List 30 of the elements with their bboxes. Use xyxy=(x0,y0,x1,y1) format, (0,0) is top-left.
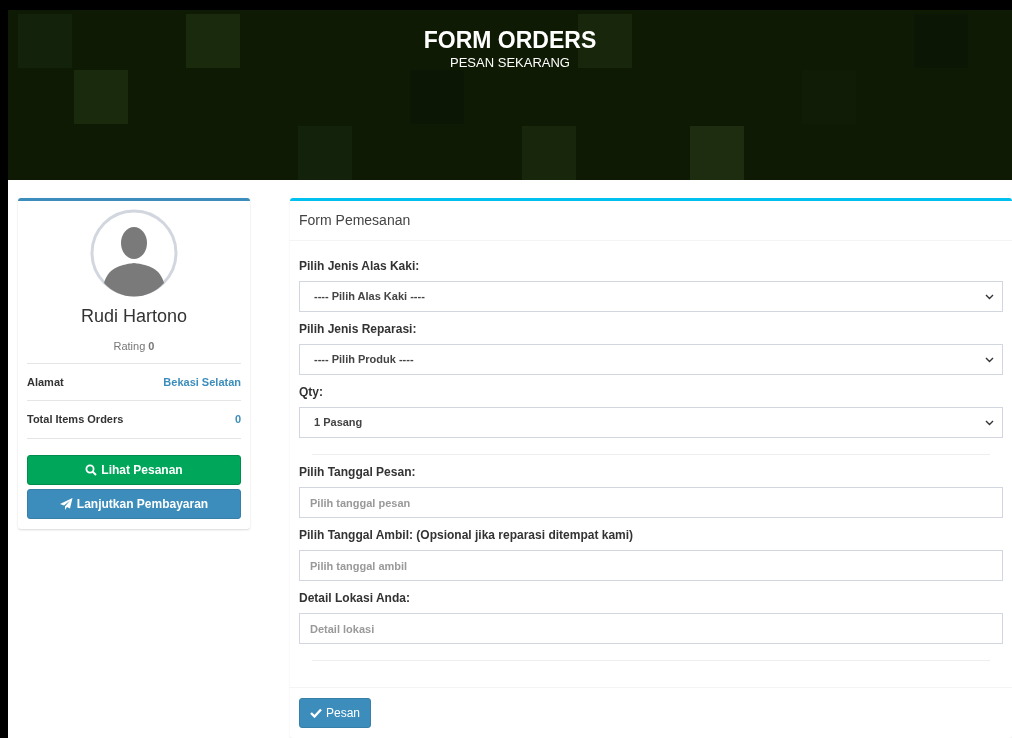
chevron-icon xyxy=(985,293,994,300)
field-label: Qty: xyxy=(299,384,324,401)
input-field[interactable]: Detail lokasi xyxy=(299,613,1003,644)
continue-payment-button[interactable]: Lanjutkan Pembayaran xyxy=(27,488,241,519)
input-field[interactable]: Pilih tanggal pesan xyxy=(299,487,1003,518)
search-icon xyxy=(85,463,98,476)
submit-button[interactable]: Pesan xyxy=(299,698,372,728)
check-icon xyxy=(310,708,322,718)
rating-text: Rating 0 xyxy=(112,339,156,354)
paper-plane-icon xyxy=(59,497,73,510)
avatar-icon xyxy=(90,209,178,297)
detail-value: 0 xyxy=(234,412,241,427)
field-label: Pilih Jenis Alas Kaki: xyxy=(299,258,421,275)
input-field[interactable]: Pilih tanggal ambil xyxy=(299,550,1003,581)
profile-name: Rudi Hartono xyxy=(79,305,189,328)
page-title: FORM ORDERS xyxy=(422,28,598,54)
detail-label: Total Items Orders xyxy=(27,412,124,427)
select-field[interactable]: ---- Pilih Alas Kaki ---- xyxy=(299,281,1003,312)
field-label: Detail Lokasi Anda: xyxy=(299,590,411,607)
chevron-icon xyxy=(985,419,994,426)
page-subtitle: PESAN SEKARANG xyxy=(449,54,571,73)
select-field[interactable]: 1 Pasang xyxy=(299,407,1003,438)
chevron-icon xyxy=(985,356,994,363)
detail-value: Bekasi Selatan xyxy=(163,374,241,390)
field-label: Pilih Jenis Reparasi: xyxy=(299,321,418,338)
select-field[interactable]: ---- Pilih Produk ---- xyxy=(299,344,1003,375)
field-label: Pilih Tanggal Pesan: xyxy=(299,464,417,481)
detail-label: Alamat xyxy=(27,374,64,390)
field-label: Pilih Tanggal Ambil: (Opsional jika reparasi ditempat kami) xyxy=(299,527,635,544)
form-title: Form Pemesanan xyxy=(290,201,1012,241)
